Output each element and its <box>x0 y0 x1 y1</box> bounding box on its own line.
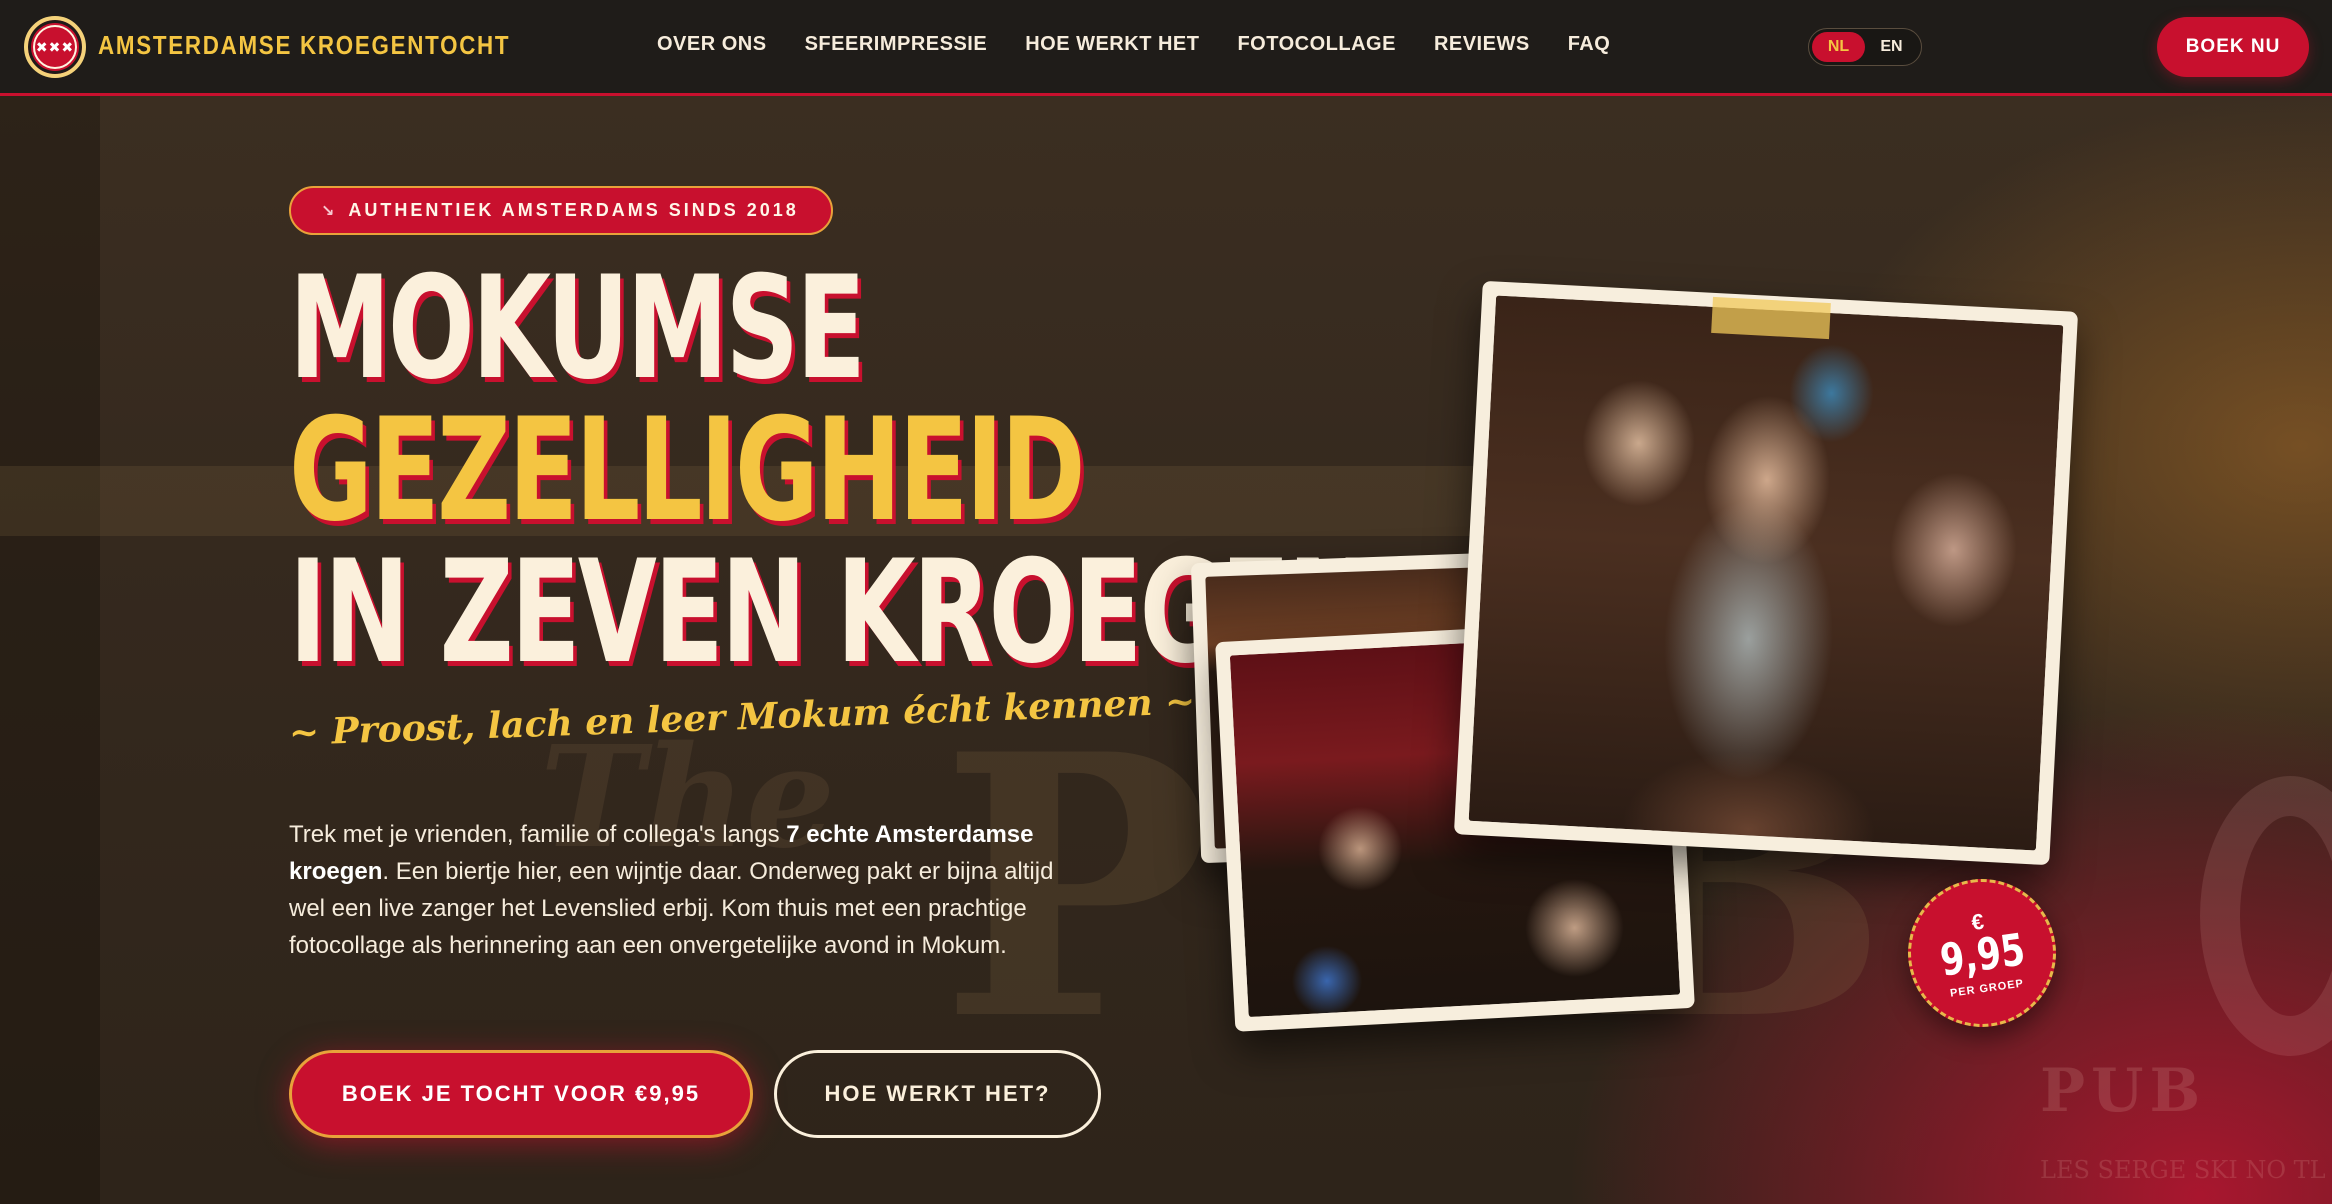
beer-icon: ↘ <box>321 202 335 220</box>
brand-name[interactable]: AMSTERDAMSE KROEGENTOCHT <box>98 30 510 61</box>
heritage-badge-label: AUTHENTIEK AMSTERDAMS SINDS 2018 <box>348 200 799 220</box>
live-singer-image <box>1468 295 2064 851</box>
lang-nl-button[interactable]: NL <box>1812 32 1865 62</box>
nav-link-over-ons[interactable]: OVER ONS <box>657 33 767 56</box>
photo-tape <box>1711 296 1831 340</box>
bg-wheel <box>2200 776 2332 1056</box>
bg-pillar <box>0 96 100 1204</box>
nav-link-reviews[interactable]: REVIEWS <box>1434 33 1530 56</box>
heritage-badge: ↘ AUTHENTIEK AMSTERDAMS SINDS 2018 <box>289 186 833 235</box>
language-switch: NL EN <box>1808 28 1922 66</box>
book-now-button[interactable]: BOEK NU <box>2157 17 2309 77</box>
xxx-logo-icon: ✖✖✖ <box>33 25 77 69</box>
headline-line-1: MOKUMSE <box>289 246 866 411</box>
main-nav: OVER ONS SFEERIMPRESSIE HOE WERKT HET FO… <box>657 33 1610 56</box>
nav-link-hoe-werkt-het[interactable]: HOE WERKT HET <box>1025 33 1199 56</box>
brand-logo[interactable]: ✖✖✖ <box>24 16 86 78</box>
bg-corner-subtext: LES SERGE SKI NO TL <box>2040 1156 2326 1184</box>
nav-link-faq[interactable]: FAQ <box>1568 33 1611 56</box>
how-it-works-button[interactable]: HOE WERKT HET? <box>774 1050 1101 1138</box>
hero-intro: Trek met je vrienden, familie of collega… <box>289 816 1069 964</box>
bg-corner-sign: PUB <box>2040 1056 2207 1126</box>
nav-link-fotocollage[interactable]: FOTOCOLLAGE <box>1237 33 1395 56</box>
photo-live-singer <box>1453 280 2079 866</box>
book-tour-button[interactable]: BOEK JE TOCHT VOOR €9,95 <box>289 1050 753 1138</box>
headline-line-2: GEZELLIGHEID <box>289 388 1086 553</box>
nav-link-sfeerimpressie[interactable]: SFEERIMPRESSIE <box>805 33 988 56</box>
lang-en-button[interactable]: EN <box>1865 32 1918 62</box>
intro-text-2: . Een biertje hier, een wijntje daar. On… <box>289 858 1054 959</box>
navbar: ✖✖✖ AMSTERDAMSE KROEGENTOCHT OVER ONS SF… <box>0 0 2332 96</box>
price-amount: 9,95 <box>1936 924 2028 987</box>
intro-text-1: Trek met je vrienden, familie of collega… <box>289 821 787 848</box>
